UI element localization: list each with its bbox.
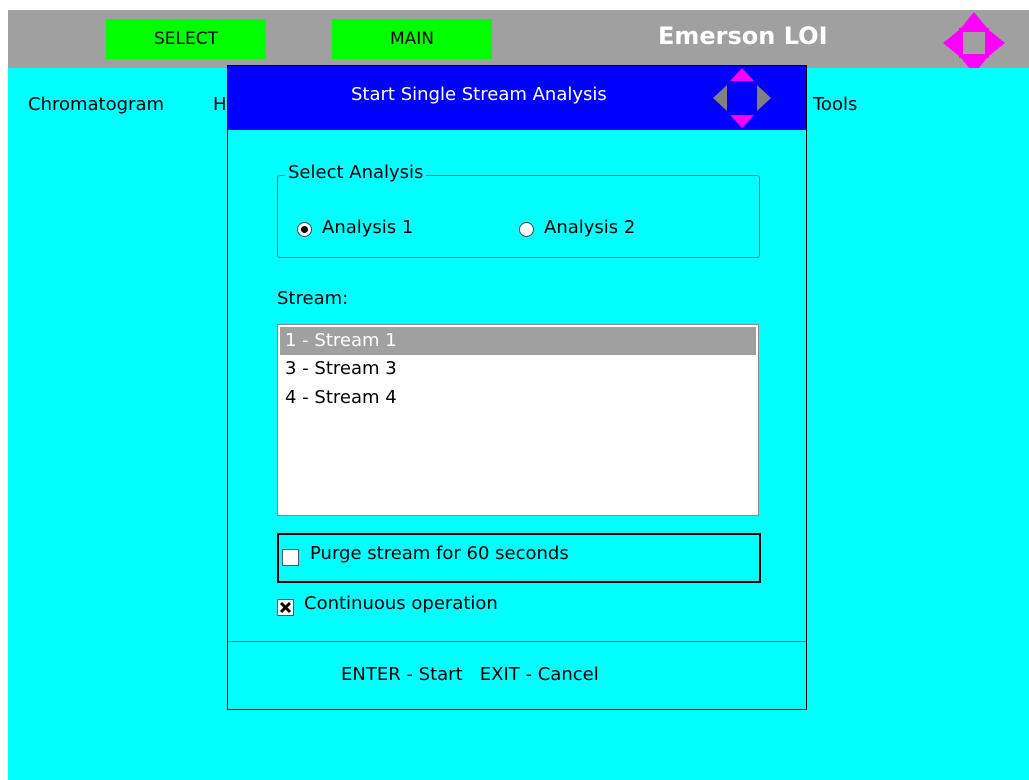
select-button-label: SELECT — [154, 29, 218, 49]
purge-label[interactable]: Purge stream for 60 seconds — [310, 543, 569, 564]
four-way-arrow-icon[interactable] — [943, 12, 1005, 74]
brand-title: Emerson LOI — [658, 22, 828, 50]
menu-item-tools[interactable]: Tools — [813, 94, 857, 115]
dialog-title: Start Single Stream Analysis — [351, 84, 607, 105]
analysis-2-radio[interactable] — [519, 222, 534, 237]
dialog-nav-arrow-icon[interactable] — [711, 66, 773, 130]
main-button[interactable]: MAIN — [332, 19, 492, 59]
checkbox-x-icon — [279, 601, 292, 614]
stream-list-item[interactable]: 3 - Stream 3 — [280, 355, 756, 383]
stream-list-item[interactable]: 4 - Stream 4 — [280, 384, 756, 412]
analysis-1-radio[interactable] — [297, 222, 312, 237]
analysis-2-label[interactable]: Analysis 2 — [544, 217, 635, 238]
select-button[interactable]: SELECT — [106, 19, 266, 59]
stream-list[interactable]: 1 - Stream 1 3 - Stream 3 4 - Stream 4 — [277, 324, 759, 516]
continuous-label[interactable]: Continuous operation — [304, 593, 498, 614]
stream-list-item[interactable]: 1 - Stream 1 — [280, 327, 756, 355]
purge-checkbox[interactable] — [282, 549, 299, 566]
dialog-footer-hint: ENTER - Start EXIT - Cancel — [341, 664, 599, 685]
menu-item-chromatogram[interactable]: Chromatogram — [28, 94, 164, 115]
stream-label: Stream: — [277, 288, 349, 309]
dialog-title-bar: Start Single Stream Analysis — [228, 66, 806, 130]
main-button-label: MAIN — [389, 29, 435, 49]
radio-selected-dot — [301, 226, 308, 233]
continuous-checkbox[interactable] — [277, 599, 294, 616]
start-analysis-dialog: Start Single Stream Analysis Select Anal… — [227, 65, 807, 710]
select-analysis-legend: Select Analysis — [285, 162, 427, 183]
menu-item-h[interactable]: H — [213, 94, 227, 115]
dialog-separator — [228, 641, 806, 642]
analysis-1-label[interactable]: Analysis 1 — [322, 217, 413, 238]
top-bar: SELECT MAIN Emerson LOI — [8, 10, 1029, 74]
